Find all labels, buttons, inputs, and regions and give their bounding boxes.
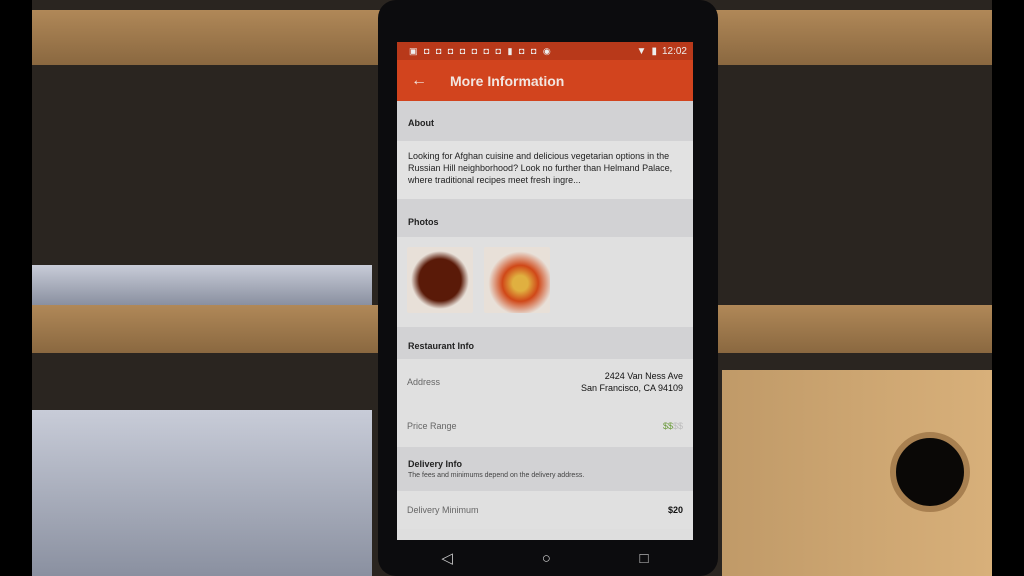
about-text: Looking for Afghan cuisine and delicious… (397, 141, 693, 199)
status-time: 12:02 (661, 45, 687, 57)
section-header-delivery-info: Delivery Info The fees and minimums depe… (397, 447, 693, 491)
address-row: Address 2424 Van Ness Ave San Francisco, … (397, 359, 693, 405)
soup-photo[interactable] (407, 247, 473, 313)
section-header-restaurant-info: Restaurant Info (397, 327, 693, 359)
address-line2: San Francisco, CA 94109 (580, 383, 683, 393)
price-inactive: $$ (672, 421, 683, 431)
wifi-icon: ▼ (636, 45, 647, 57)
section-header-photos: Photos (397, 199, 693, 237)
delivery-minimum-label: Delivery Minimum (407, 505, 479, 515)
price-active: $$ (662, 421, 673, 431)
drawer-hole (890, 432, 970, 512)
home-nav-icon[interactable]: ○ (542, 550, 551, 567)
status-bar: ▣ ◘ ◘ ◘ ◘ ◘ ◘ ◘ ▮ ◘ ◘ ◉ ▼ ▮ 12:02 (397, 42, 693, 60)
photo-gallery (397, 237, 693, 327)
address-label: Address (407, 377, 441, 387)
delivery-minimum-row: Delivery Minimum $20 (397, 491, 693, 529)
address-value[interactable]: 2424 Van Ness Ave San Francisco, CA 94109 (581, 370, 683, 394)
papers (32, 410, 372, 576)
back-nav-icon[interactable]: ◁ (441, 549, 453, 567)
page-title: More Information (450, 72, 565, 89)
delivery-minimum-value: $20 (667, 505, 683, 515)
price-range-row: Price Range $$$$ (397, 405, 693, 447)
battery-icon: ▮ (651, 45, 657, 57)
phone-screen: ▣ ◘ ◘ ◘ ◘ ◘ ◘ ◘ ▮ ◘ ◘ ◉ ▼ ▮ 12:02 ← More… (397, 42, 693, 540)
papers (32, 265, 372, 305)
arrow-left-icon[interactable]: ← (397, 72, 441, 90)
section-header-about: About (397, 101, 693, 141)
delivery-info-title: Delivery Info (408, 459, 463, 469)
navigation-bar: ◁ ○ □ (397, 540, 693, 576)
notification-icon: ▣ ◘ ◘ ◘ ◘ ◘ ◘ ◘ ▮ ◘ ◘ ◉ (409, 45, 553, 56)
delivery-info-subtitle: The fees and minimums depend on the deli… (408, 472, 585, 479)
price-range-label: Price Range (407, 421, 457, 431)
stew-photo[interactable] (484, 247, 550, 313)
address-line1: 2424 Van Ness Ave (604, 371, 683, 381)
app-bar: ← More Information (397, 60, 693, 101)
price-range-value: $$$$ (663, 421, 683, 431)
recents-nav-icon[interactable]: □ (640, 550, 649, 567)
